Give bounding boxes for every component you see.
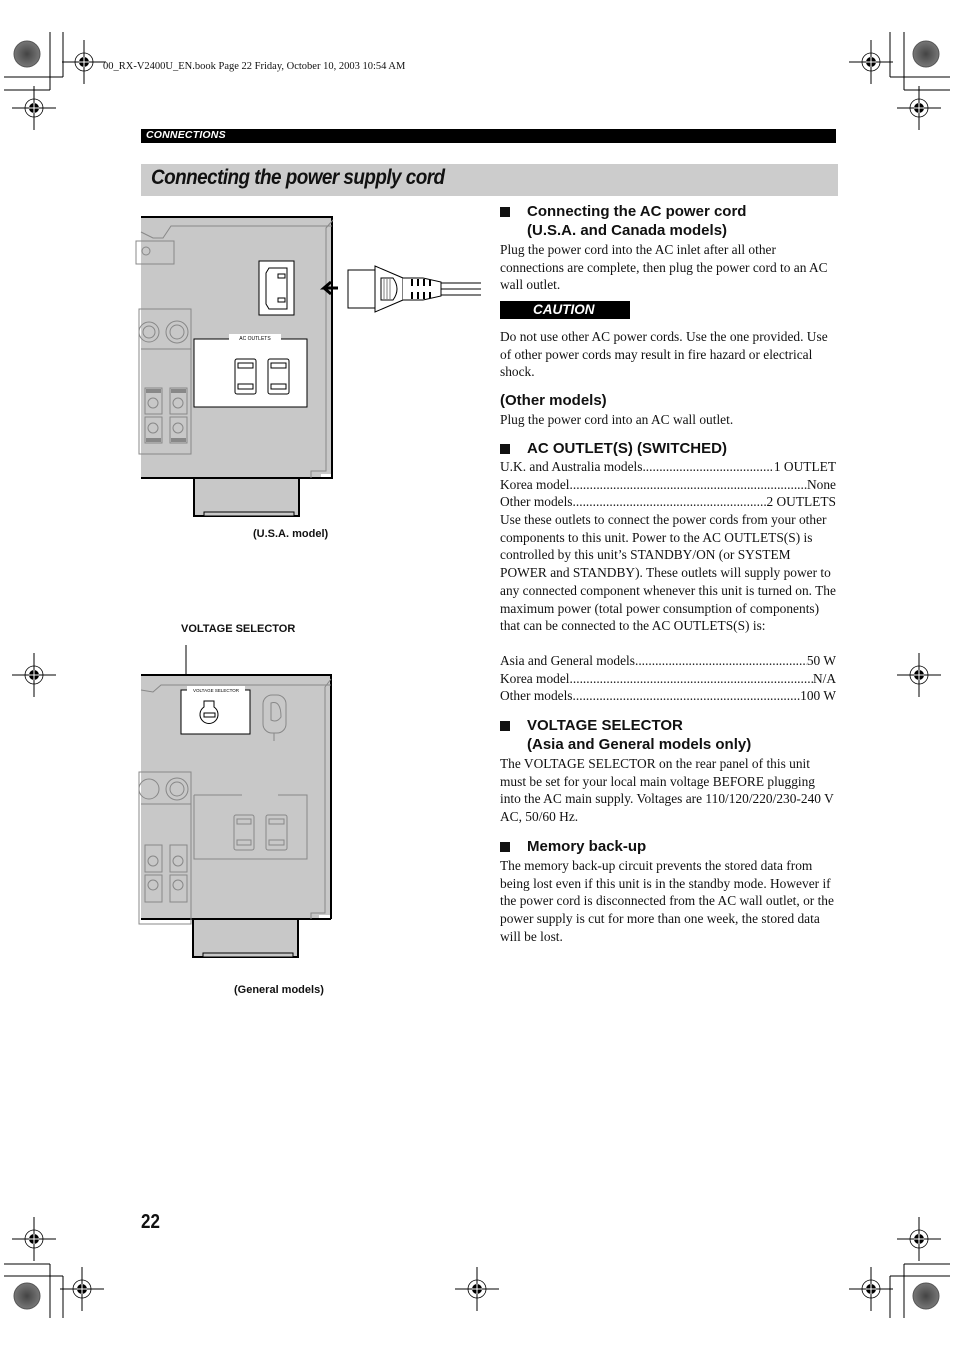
heading-ac-outlets: AC OUTLET(S) (SWITCHED) xyxy=(500,439,836,458)
list-item: U.K. and Australia models 1 OUTLET xyxy=(500,458,836,476)
caution-text: Do not use other AC power cords. Use the… xyxy=(500,329,828,380)
section-header-bar: CONNECTIONS xyxy=(141,129,836,143)
page-number: 22 xyxy=(141,1211,160,1233)
list-item: Asia and General models 50 W xyxy=(500,652,836,670)
page-title-band: Connecting the power supply cord xyxy=(141,164,838,196)
square-bullet-icon xyxy=(500,842,510,852)
caution-label-bar: CAUTION xyxy=(500,301,630,319)
ac-inlet xyxy=(258,260,295,316)
section-label: CONNECTIONS xyxy=(146,129,226,141)
outlet-count-list: U.K. and Australia models 1 OUTLET Korea… xyxy=(500,458,836,511)
other-models-body: Plug the power cord into an AC wall outl… xyxy=(500,412,734,427)
power-cord-plug xyxy=(347,265,481,313)
list-item: Other models2 OUTLETS xyxy=(500,493,836,511)
heading-voltage-selector: VOLTAGE SELECTOR (Asia and General model… xyxy=(500,716,836,754)
square-bullet-icon xyxy=(500,207,510,217)
memory-backup-body: The memory back-up circuit prevents the … xyxy=(500,858,834,944)
ac-outlets-label: AC OUTLETS xyxy=(239,336,271,342)
list-item: Other models 100 W xyxy=(500,687,836,705)
usa-model-caption: (U.S.A. model) xyxy=(253,528,329,540)
voltage-selector-label: VOLTAGE SELECTOR xyxy=(193,688,240,693)
heading-memory-backup: Memory back-up xyxy=(500,837,836,856)
page-title: Connecting the power supply cord xyxy=(151,166,445,189)
voltage-selector-callout: VOLTAGE SELECTOR xyxy=(181,623,296,635)
list-item: Korea modelN/A xyxy=(500,670,836,688)
ac-cord-body: Plug the power cord into the AC inlet af… xyxy=(500,242,828,293)
square-bullet-icon xyxy=(500,721,510,731)
caution-label: CAUTION xyxy=(533,302,595,317)
usa-rear-panel-illustration: AC OUTLETS xyxy=(135,216,481,517)
general-models-caption: (General models) xyxy=(234,984,324,996)
other-models-heading: (Other models) xyxy=(500,392,607,409)
list-item: Korea modelNone xyxy=(500,476,836,494)
ac-outlets-body: Use these outlets to connect the power c… xyxy=(500,512,836,634)
square-bullet-icon xyxy=(500,444,510,454)
voltage-selector-body: The VOLTAGE SELECTOR on the rear panel o… xyxy=(500,756,834,825)
print-metadata: 00_RX-V2400U_EN.book Page 22 Friday, Oct… xyxy=(103,61,406,72)
general-rear-panel-illustration: VOLTAGE SELECTOR xyxy=(138,645,332,958)
max-power-list: Asia and General models 50 W Korea model… xyxy=(500,652,836,705)
color-target-icon xyxy=(13,40,41,68)
heading-ac-power-cord: Connecting the AC power cord (U.S.A. and… xyxy=(500,202,836,240)
ac-outlets-panel xyxy=(193,338,308,408)
